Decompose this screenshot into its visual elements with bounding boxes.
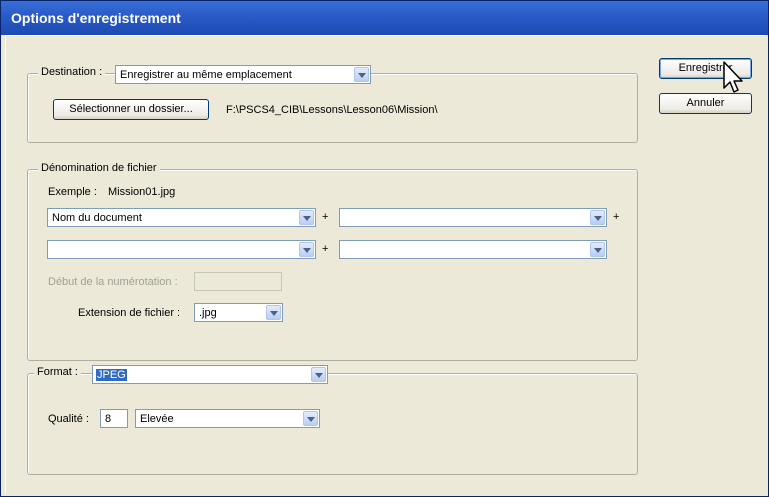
extension-select-value: .jpg — [199, 307, 217, 319]
format-select[interactable]: JPEG — [92, 365, 328, 384]
naming-field-1[interactable]: Nom du document — [47, 208, 316, 227]
file-naming-legend: Dénomination de fichier — [38, 162, 160, 174]
format-select-value: JPEG — [96, 369, 127, 381]
dialog-body: Destination : Enregistrer au même emplac… — [5, 35, 765, 493]
start-number-input[interactable] — [194, 272, 282, 291]
destination-select-value: Enregistrer au même emplacement — [120, 69, 292, 81]
destination-label: Destination : — [41, 66, 103, 78]
naming-field-3[interactable] — [47, 240, 316, 259]
extension-label: Extension de fichier : — [78, 307, 181, 319]
dialog-title: Options d'enregistrement — [11, 10, 181, 26]
title-bar[interactable]: Options d'enregistrement — [1, 1, 768, 35]
example-label: Exemple : — [48, 186, 97, 198]
format-label: Format : — [37, 366, 78, 378]
quality-preset-value: Elevée — [140, 413, 174, 425]
naming-field-2[interactable] — [339, 208, 607, 227]
chevron-down-icon[interactable] — [266, 305, 281, 320]
destination-path: F:\PSCS4_CIB\Lessons\Lesson06\Mission\ — [226, 104, 438, 116]
destination-legend: Destination : — [38, 66, 106, 78]
chevron-down-icon[interactable] — [299, 242, 314, 257]
plus-sign: + — [613, 211, 620, 223]
quality-preset-select[interactable]: Elevée — [135, 409, 320, 428]
plus-sign: + — [322, 211, 329, 223]
format-legend: Format : — [34, 366, 81, 378]
chevron-down-icon[interactable] — [590, 210, 605, 225]
destination-group: Destination : Enregistrer au même emplac… — [27, 65, 638, 143]
example-value: Mission01.jpg — [108, 186, 176, 198]
quality-input[interactable]: 8 — [100, 409, 128, 428]
chevron-down-icon[interactable] — [303, 411, 318, 426]
chevron-down-icon[interactable] — [354, 67, 369, 82]
select-folder-button[interactable]: Sélectionner un dossier... — [53, 99, 209, 120]
quality-value: 8 — [105, 413, 112, 425]
format-group: Format : JPEG Qualité : 8 Elevée — [27, 365, 638, 475]
chevron-down-icon[interactable] — [311, 367, 326, 382]
chevron-down-icon[interactable] — [590, 242, 605, 257]
start-number-label: Début de la numérotation : — [48, 276, 178, 288]
destination-select[interactable]: Enregistrer au même emplacement — [115, 65, 371, 84]
naming-field-4[interactable] — [339, 240, 607, 259]
save-options-dialog: Options d'enregistrement Destination : E… — [0, 0, 769, 497]
mouse-pointer-icon — [723, 61, 743, 93]
extension-select[interactable]: .jpg — [194, 303, 283, 322]
naming-field-1-value: Nom du document — [52, 212, 142, 224]
quality-label: Qualité : — [48, 413, 89, 425]
file-naming-group: Dénomination de fichier Exemple : Missio… — [27, 162, 638, 361]
plus-sign: + — [322, 243, 329, 255]
chevron-down-icon[interactable] — [299, 210, 314, 225]
